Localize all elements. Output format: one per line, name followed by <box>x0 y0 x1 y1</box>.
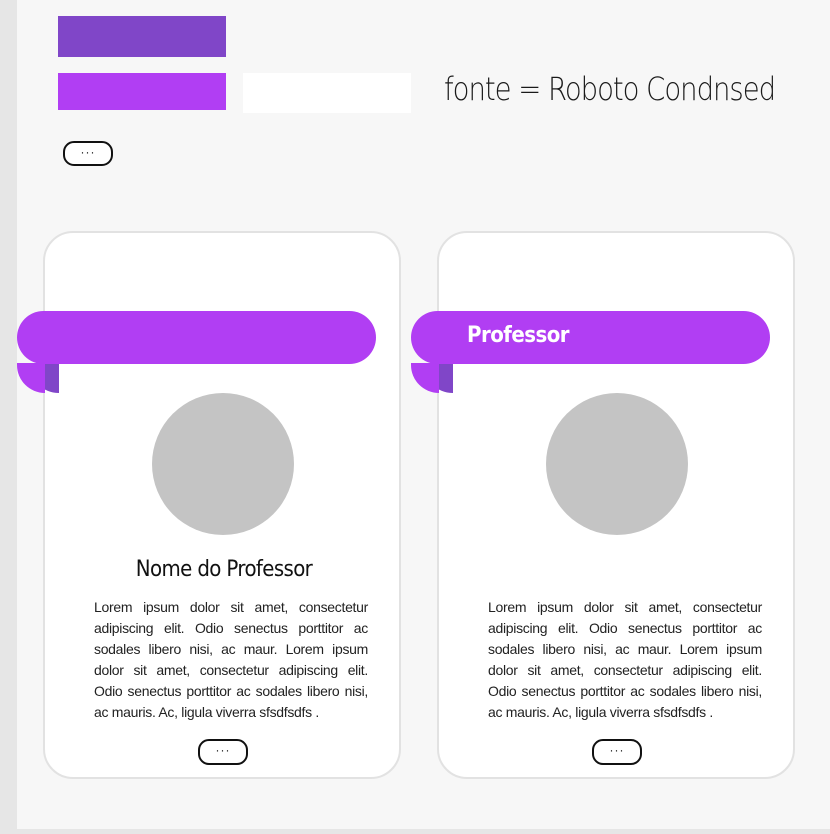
font-note: fonte = Roboto Condnsed <box>444 70 776 108</box>
professor-name: Nome do Professor <box>135 557 313 582</box>
ribbon-label: Professor <box>467 323 570 348</box>
color-swatch-white <box>243 73 411 113</box>
color-swatch-accent-purple <box>58 73 226 110</box>
professor-description: Lorem ipsum dolor sit amet, consectetur … <box>488 599 762 720</box>
card-ribbon <box>17 311 376 364</box>
professor-avatar <box>546 393 688 535</box>
card-ribbon: Professor <box>411 311 770 364</box>
card-more-button[interactable]: ··· <box>592 739 642 765</box>
professor-description: Lorem ipsum dolor sit amet, consectetur … <box>94 599 368 720</box>
professor-avatar <box>152 393 294 535</box>
card-more-button[interactable]: ··· <box>198 739 248 765</box>
more-options-button[interactable]: ··· <box>63 141 113 166</box>
color-swatch-dark-purple <box>58 16 226 57</box>
